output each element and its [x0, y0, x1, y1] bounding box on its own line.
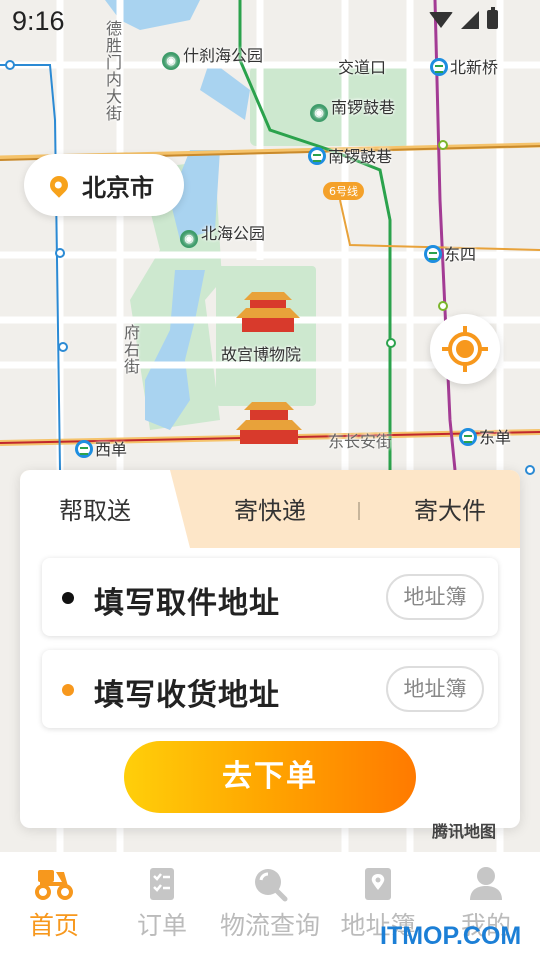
subway-station-icon: [424, 245, 442, 263]
delivery-address-field[interactable]: 填写收货地址 地址簿: [42, 650, 498, 728]
map-label-nanluoguxiang-park[interactable]: ◉ 南锣鼓巷: [310, 94, 395, 122]
address-book-icon: [365, 868, 391, 900]
pickup-dot-icon: [62, 592, 74, 604]
tiananmen-icon: [236, 402, 302, 444]
scooter-icon: [35, 870, 73, 900]
pickup-address-book-button[interactable]: 地址簿: [386, 574, 484, 620]
status-time: 9:16: [12, 6, 65, 36]
place-order-button[interactable]: 去下单: [124, 741, 416, 813]
palace-area: [216, 266, 316, 406]
tab-express[interactable]: 寄快递: [190, 470, 350, 548]
delivery-address-book-button[interactable]: 地址簿: [386, 666, 484, 712]
map-label-beixinqiao[interactable]: 北新桥: [430, 54, 498, 78]
map-label-fuyoujie: 府右街: [121, 324, 140, 375]
map-label-dongdan[interactable]: 东单: [459, 424, 511, 448]
search-icon: [255, 869, 288, 902]
tab-help-deliver[interactable]: 帮取送: [20, 470, 170, 548]
map-label-palace-museum[interactable]: 故宫博物院: [221, 341, 301, 365]
delivery-dot-icon: [62, 684, 74, 696]
nav-home[interactable]: 首页: [0, 852, 108, 960]
subway-station-icon: [459, 428, 477, 446]
nav-tracking[interactable]: 物流查询: [216, 852, 324, 960]
pickup-address-field[interactable]: 填写取件地址 地址簿: [42, 558, 498, 636]
locate-button[interactable]: [430, 314, 500, 384]
map-attribution: 腾讯地图: [432, 822, 497, 841]
battery-icon: [487, 7, 498, 29]
user-icon: [470, 867, 502, 900]
map-label-shichahai[interactable]: ◉ 什刹海公园: [162, 42, 263, 70]
map-label-dongsi[interactable]: 东四: [424, 241, 476, 265]
locate-icon: [442, 326, 488, 372]
map-label-xidan[interactable]: 西单: [75, 436, 127, 460]
subway-station-icon: [430, 58, 448, 76]
delivery-address-placeholder: 填写收货地址: [94, 678, 280, 713]
park-icon: ◉: [162, 52, 180, 70]
map-label-beihai[interactable]: ◉ 北海公园: [180, 220, 265, 248]
watermark: ITMOP.COM: [380, 922, 522, 950]
city-selector[interactable]: 北京市: [24, 154, 184, 216]
subway-line: [0, 64, 61, 471]
nav-orders-label: 订单: [136, 911, 187, 940]
nav-home-label: 首页: [28, 911, 79, 940]
map-label-jiaodaokou: 交道口: [338, 58, 387, 77]
nav-orders[interactable]: 订单: [108, 852, 216, 960]
status-icons: [429, 7, 498, 29]
tab-divider: [358, 502, 360, 520]
signal-icon: [461, 10, 479, 29]
tab-bulk-item[interactable]: 寄大件: [380, 470, 520, 548]
nav-tracking-label: 物流查询: [219, 911, 320, 940]
order-list-icon: [150, 868, 174, 900]
scenic-icon: ◉: [310, 104, 328, 122]
map-label-dongchanganjie: 东长安街: [328, 432, 393, 451]
subway-line-badge: 6号线: [323, 182, 364, 200]
subway-station-icon: [75, 440, 93, 458]
park-icon: ◉: [180, 230, 198, 248]
status-bar: 9:16: [0, 0, 540, 46]
wifi-icon: [429, 11, 453, 28]
subway-station-icon: [308, 147, 326, 165]
order-card: 帮取送 寄快递 寄大件 填写取件地址 地址簿 填写收货地址 地址簿 去下单: [20, 470, 520, 828]
map-label-nanluoguxiang-station[interactable]: 南锣鼓巷: [308, 143, 392, 167]
service-tabs: 帮取送 寄快递 寄大件: [20, 470, 520, 548]
city-name: 北京市: [82, 173, 154, 202]
location-pin-icon: [46, 172, 72, 198]
pickup-address-placeholder: 填写取件地址: [94, 586, 280, 621]
